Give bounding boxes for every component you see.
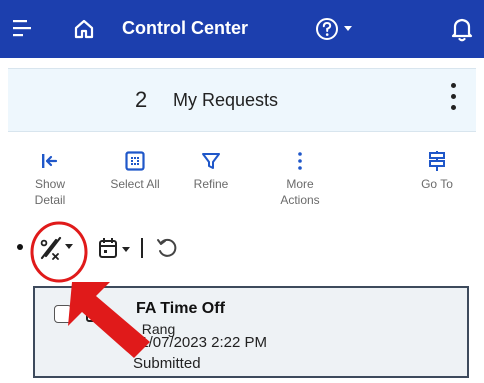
request-checkbox[interactable] <box>54 305 72 323</box>
toolbar-divider <box>141 238 143 258</box>
go-to-label: Go To <box>421 177 453 191</box>
calendar-filter-icon[interactable] <box>98 236 134 262</box>
show-detail-button[interactable]: Show Detail <box>25 150 75 208</box>
bell-icon[interactable] <box>449 15 475 43</box>
app-header: Control Center <box>0 0 484 58</box>
requests-label: My Requests <box>173 90 279 110</box>
more-actions-label-2: Actions <box>280 193 320 207</box>
more-actions-label-1: More <box>286 177 314 191</box>
more-options-icon[interactable] <box>448 83 458 117</box>
collapse-left-icon <box>42 154 58 168</box>
calendar-icon <box>86 303 103 322</box>
action-toolbar: Show Detail Select All Refine More Actio… <box>0 142 484 222</box>
go-to-button[interactable]: Go To <box>414 150 460 192</box>
bullet-dot <box>17 244 23 250</box>
refine-button[interactable]: Refine <box>186 150 236 192</box>
request-status: Submitted <box>133 355 201 372</box>
select-all-icon <box>125 151 145 171</box>
select-all-button[interactable]: Select All <box>103 150 167 192</box>
filter-icon <box>202 153 220 169</box>
show-detail-label-2: Detail <box>34 193 66 207</box>
app-title: Control Center <box>122 18 248 38</box>
help-circle-icon[interactable] <box>314 16 340 42</box>
select-all-label: Select All <box>110 177 160 191</box>
go-to-icon <box>429 151 445 171</box>
request-date: 11/07/2023 2:22 PM <box>133 334 267 351</box>
request-card[interactable]: FA Time Off , Rang 11/07/2023 2:22 PM Su… <box>33 286 469 378</box>
show-detail-label-1: Show <box>34 177 66 191</box>
request-title: FA Time Off <box>136 300 225 317</box>
chevron-down-icon[interactable] <box>343 25 353 33</box>
more-vertical-icon <box>298 152 302 170</box>
more-actions-button[interactable]: More Actions <box>272 150 328 208</box>
home-icon[interactable] <box>72 17 96 41</box>
request-count: 2 <box>135 87 148 112</box>
undo-icon[interactable] <box>155 236 179 260</box>
requests-summary[interactable]: 2 My Requests <box>8 68 476 132</box>
refine-label: Refine <box>193 177 229 191</box>
hamburger-menu-icon[interactable] <box>12 17 34 39</box>
percent-filter-icon[interactable] <box>36 234 76 264</box>
